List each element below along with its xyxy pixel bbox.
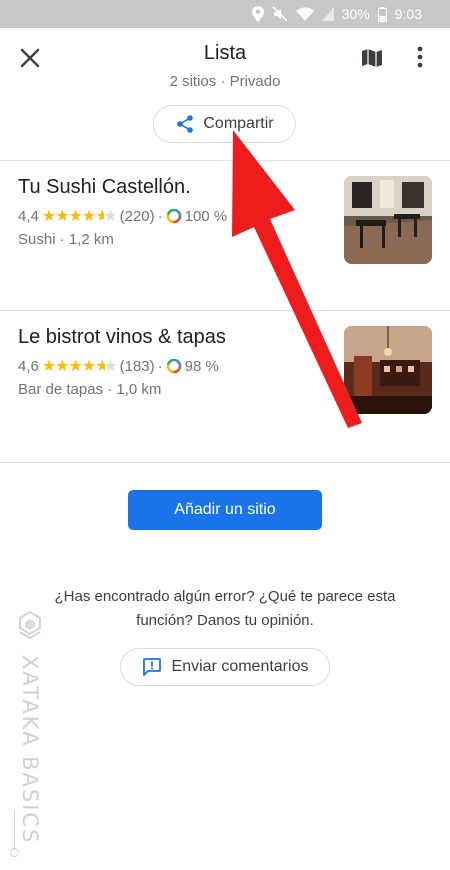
share-icon xyxy=(177,115,194,133)
place-type-distance: Bar de tapas · 1,0 km xyxy=(18,381,162,398)
match-score: 98 % xyxy=(184,357,219,375)
more-options-button[interactable] xyxy=(410,44,430,70)
add-place-button[interactable]: Añadir un sitio xyxy=(128,490,322,530)
place-photo[interactable] xyxy=(344,176,432,264)
place-rating-row: 4,4 ★★★★★★ (220) · 100 % xyxy=(18,207,228,226)
status-bar: 30% 9:03 xyxy=(0,0,450,28)
share-label: Compartir xyxy=(203,115,274,132)
battery-percent: 30% xyxy=(341,6,370,22)
wifi-icon xyxy=(295,7,314,21)
signal-icon xyxy=(321,7,334,21)
send-feedback-label: Enviar comentarios xyxy=(171,658,309,675)
match-score-icon xyxy=(166,358,181,374)
clock: 9:03 xyxy=(394,6,422,22)
review-count: (220) xyxy=(119,207,155,225)
divider xyxy=(0,462,450,463)
mute-icon xyxy=(272,6,288,22)
place-rating-row: 4,6 ★★★★★★ (183) · 98 % xyxy=(18,357,219,376)
more-vert-icon xyxy=(417,46,423,68)
match-score-icon xyxy=(166,208,181,224)
share-button[interactable]: Compartir xyxy=(153,105,296,143)
map-icon xyxy=(362,49,382,67)
xataka-logo-icon xyxy=(19,610,41,640)
place-item[interactable]: Le bistrot vinos & tapas 4,6 ★★★★★★ (183… xyxy=(0,310,450,460)
location-icon xyxy=(251,6,264,22)
rating-value: 4,4 xyxy=(18,207,39,225)
review-count: (183) xyxy=(119,357,155,375)
send-feedback-button[interactable]: Enviar comentarios xyxy=(120,648,330,686)
list-subtitle: 2 sitios · Privado xyxy=(169,73,281,90)
watermark-line xyxy=(14,810,15,850)
map-view-button[interactable] xyxy=(360,46,384,70)
feedback-prompt: ¿Has encontrado algún error? ¿Qué te par… xyxy=(54,588,396,629)
list-header: Lista 2 sitios · Privado Compartir xyxy=(0,28,450,160)
rating-value: 4,6 xyxy=(18,357,39,375)
place-item[interactable]: Tu Sushi Castellón. 4,4 ★★★★★★ (220) · 1… xyxy=(0,160,450,310)
feedback-icon xyxy=(142,658,161,676)
battery-icon xyxy=(377,6,387,22)
watermark-dot xyxy=(10,848,19,857)
rating-stars-icon: ★★★★★★ xyxy=(41,208,118,225)
place-photo[interactable] xyxy=(344,326,432,414)
watermark-text: XATAKA BASICS xyxy=(18,655,42,845)
place-name: Le bistrot vinos & tapas xyxy=(18,326,226,348)
match-score: 100 % xyxy=(184,207,228,225)
place-type-distance: Sushi · 1,2 km xyxy=(18,231,114,248)
place-name: Tu Sushi Castellón. xyxy=(18,176,191,198)
rating-stars-icon: ★★★★★★ xyxy=(41,358,118,375)
